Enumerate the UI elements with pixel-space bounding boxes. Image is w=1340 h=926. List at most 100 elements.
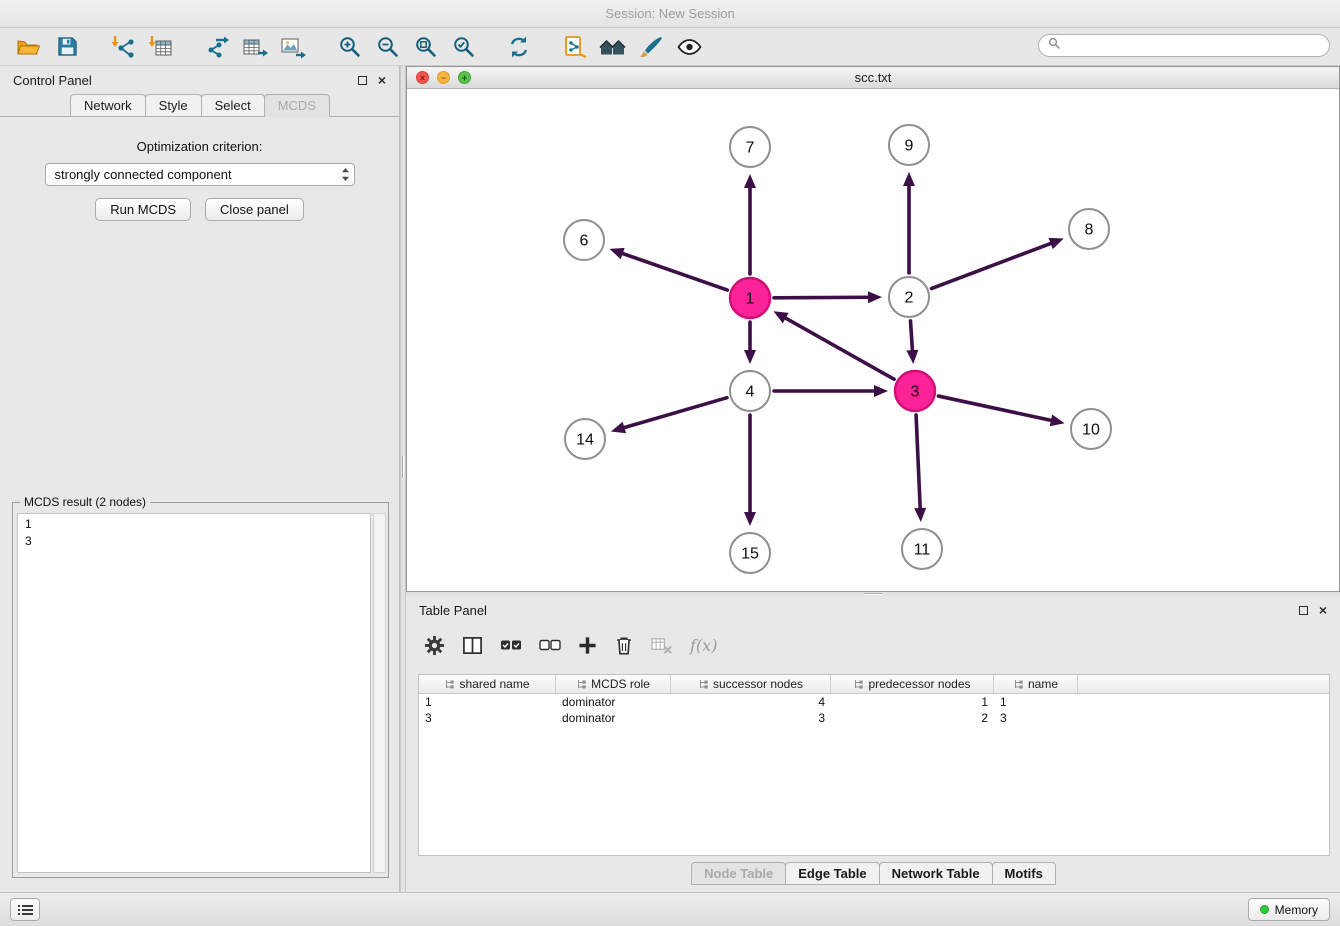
- table-cell[interactable]: 3: [994, 710, 1078, 726]
- column-header-MCDS-role[interactable]: MCDS role: [556, 675, 671, 693]
- export-image-icon[interactable]: [278, 32, 308, 62]
- graph-node-label: 6: [580, 233, 589, 250]
- tab-network-table[interactable]: Network Table: [879, 862, 993, 885]
- column-header-successor-nodes[interactable]: successor nodes: [671, 675, 831, 693]
- graph-edge-arrowhead: [914, 508, 926, 522]
- table-settings-icon[interactable]: [424, 635, 445, 656]
- network-view-titlebar[interactable]: × − + scc.txt: [407, 67, 1339, 89]
- graph-edge-3-1[interactable]: [784, 317, 894, 379]
- column-header-name[interactable]: name: [994, 675, 1078, 693]
- tab-select[interactable]: Select: [201, 94, 265, 116]
- refresh-layout-icon[interactable]: [504, 32, 534, 62]
- mcds-result-group: MCDS result (2 nodes) 13: [12, 502, 389, 878]
- graph-node-label: 3: [911, 384, 920, 401]
- graph-node-10[interactable]: 10: [1071, 409, 1111, 449]
- show-columns-icon[interactable]: [462, 635, 483, 656]
- graph-edge-4-14[interactable]: [622, 398, 727, 428]
- home-overview-icon[interactable]: [598, 32, 628, 62]
- tab-edge-table[interactable]: Edge Table: [785, 862, 879, 885]
- log-console-button[interactable]: [10, 898, 40, 921]
- tab-style[interactable]: Style: [145, 94, 202, 116]
- memory-button[interactable]: Memory: [1248, 898, 1330, 921]
- graph-edge-1-2[interactable]: [774, 297, 870, 298]
- graph-edge-3-11[interactable]: [916, 415, 920, 510]
- save-session-icon[interactable]: [52, 32, 82, 62]
- export-network-icon[interactable]: [202, 32, 232, 62]
- graph-node-14[interactable]: 14: [565, 419, 605, 459]
- close-table-panel-icon[interactable]: ×: [1319, 605, 1327, 615]
- main-toolbar: [0, 28, 1340, 66]
- style-brush-icon[interactable]: [636, 32, 666, 62]
- graph-edge-3-10[interactable]: [938, 396, 1052, 421]
- minimize-window-icon[interactable]: −: [437, 71, 450, 84]
- table-cell[interactable]: 3: [419, 710, 556, 726]
- import-network-icon[interactable]: [108, 32, 138, 62]
- annotation-icon[interactable]: [560, 32, 590, 62]
- graph-node-4[interactable]: 4: [730, 371, 770, 411]
- run-mcds-button[interactable]: Run MCDS: [95, 198, 191, 221]
- graph-node-8[interactable]: 8: [1069, 209, 1109, 249]
- control-panel-header: Control Panel ×: [0, 66, 399, 94]
- tab-mcds[interactable]: MCDS: [264, 94, 330, 117]
- search-icon: [1048, 37, 1061, 55]
- import-table-icon[interactable]: [146, 32, 176, 62]
- graph-node-11[interactable]: 11: [902, 529, 942, 569]
- table-cell[interactable]: 2: [831, 710, 994, 726]
- table-row[interactable]: 1dominator411: [419, 694, 1329, 710]
- tab-node-table[interactable]: Node Table: [691, 862, 786, 885]
- table-cell[interactable]: 3: [671, 710, 831, 726]
- graph-edge-arrowhead: [1049, 238, 1064, 249]
- zoom-in-icon[interactable]: [334, 32, 364, 62]
- float-table-panel-icon[interactable]: [1299, 606, 1308, 615]
- network-view-window: × − + scc.txt 7 9 6 8 1 2 4 3 14 10 15 11: [406, 66, 1340, 592]
- table-cell[interactable]: 1: [831, 694, 994, 710]
- clear-selection-icon[interactable]: [539, 637, 561, 653]
- tab-network[interactable]: Network: [70, 94, 146, 116]
- close-window-icon[interactable]: ×: [416, 71, 429, 84]
- close-panel-icon[interactable]: ×: [378, 75, 386, 85]
- graph-node-9[interactable]: 9: [889, 125, 929, 165]
- delete-row-icon[interactable]: [614, 635, 634, 656]
- tab-motifs[interactable]: Motifs: [992, 862, 1056, 885]
- graph-node-2[interactable]: 2: [889, 277, 929, 317]
- maximize-window-icon[interactable]: +: [458, 71, 471, 84]
- graph-node-6[interactable]: 6: [564, 220, 604, 260]
- search-input[interactable]: [1067, 39, 1320, 53]
- table-row[interactable]: 3dominator323: [419, 710, 1329, 726]
- graph-node-15[interactable]: 15: [730, 533, 770, 573]
- graph-node-1[interactable]: 1: [730, 278, 770, 318]
- column-header-predecessor-nodes[interactable]: predecessor nodes: [831, 675, 994, 693]
- open-session-icon[interactable]: [14, 32, 44, 62]
- close-panel-button[interactable]: Close panel: [205, 198, 304, 221]
- zoom-fit-icon[interactable]: [410, 32, 440, 62]
- export-table-icon[interactable]: [240, 32, 270, 62]
- graph-node-7[interactable]: 7: [730, 127, 770, 167]
- graph-edge-1-6[interactable]: [621, 253, 728, 290]
- zoom-out-icon[interactable]: [372, 32, 402, 62]
- add-row-icon[interactable]: [578, 636, 597, 655]
- graph-edge-arrowhead: [906, 350, 918, 364]
- table-panel: Table Panel × f(x) shared nameMCDS ro: [406, 596, 1340, 892]
- table-cell[interactable]: dominator: [556, 710, 671, 726]
- optimization-dropdown[interactable]: strongly connected component: [45, 163, 355, 186]
- graph-node-3[interactable]: 3: [895, 371, 935, 411]
- float-panel-icon[interactable]: [358, 76, 367, 85]
- function-builder-icon[interactable]: f(x): [690, 636, 717, 655]
- table-cell[interactable]: 1: [419, 694, 556, 710]
- mcds-result-list[interactable]: 13: [17, 513, 371, 873]
- column-header-shared-name[interactable]: shared name: [419, 675, 556, 693]
- search-field[interactable]: [1038, 34, 1330, 57]
- table-cell[interactable]: dominator: [556, 694, 671, 710]
- zoom-selected-icon[interactable]: [448, 32, 478, 62]
- graph-edge-arrowhead: [609, 248, 624, 259]
- select-all-icon[interactable]: [500, 637, 522, 653]
- mcds-result-scrollbar[interactable]: [373, 513, 386, 873]
- delete-table-icon[interactable]: [651, 636, 673, 655]
- graph-edge-2-8[interactable]: [931, 243, 1052, 289]
- graph-edge-arrowhead: [611, 422, 626, 434]
- show-hide-icon[interactable]: [674, 32, 704, 62]
- table-cell[interactable]: 1: [994, 694, 1078, 710]
- graph-edge-2-3[interactable]: [911, 321, 913, 352]
- network-canvas[interactable]: 7 9 6 8 1 2 4 3 14 10 15 11: [407, 89, 1339, 591]
- table-cell[interactable]: 4: [671, 694, 831, 710]
